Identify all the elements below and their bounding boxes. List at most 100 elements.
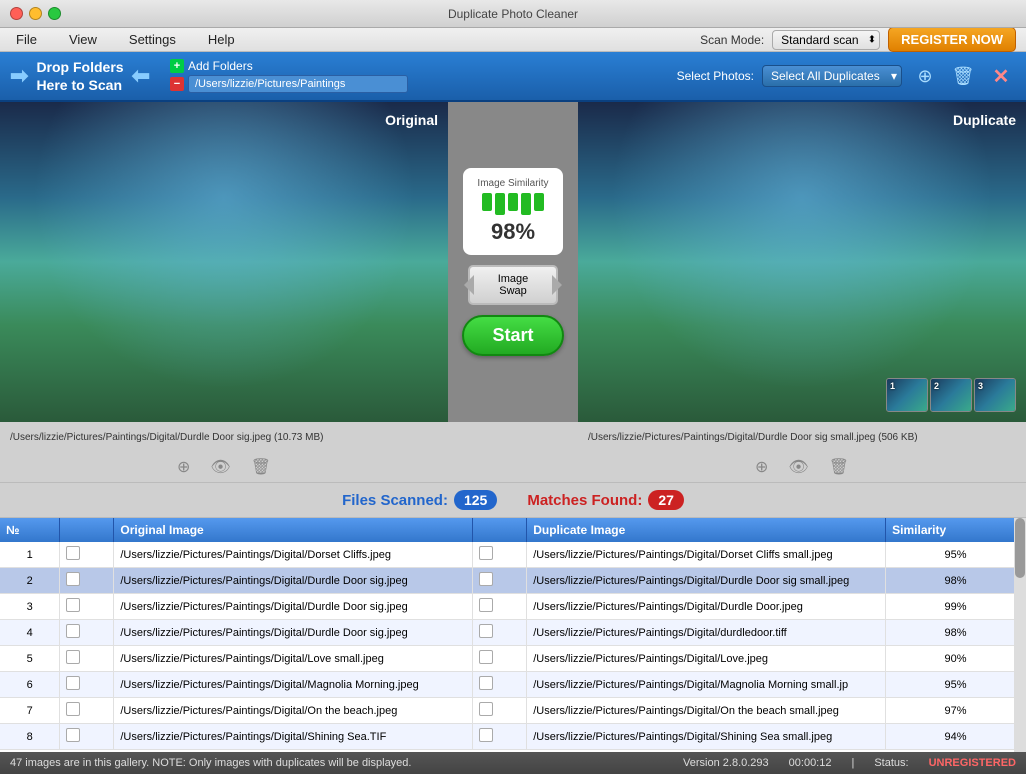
checkbox-dup[interactable] (479, 728, 493, 742)
original-caption: /Users/lizzie/Pictures/Paintings/Digital… (0, 422, 448, 452)
cell-num: 8 (0, 724, 60, 750)
cell-cb-dup[interactable] (473, 672, 527, 698)
image-swap-label: Image Swap (498, 273, 529, 297)
cell-orig: /Users/lizzie/Pictures/Paintings/Digital… (114, 698, 473, 724)
action-center-spacer (448, 452, 578, 482)
close-x-button[interactable]: ✕ (986, 61, 1016, 91)
status-divider: | (851, 757, 854, 769)
maximize-button[interactable] (48, 7, 61, 20)
cell-cb-dup[interactable] (473, 542, 527, 568)
cell-cb-dup[interactable] (473, 620, 527, 646)
checkbox-orig[interactable] (66, 546, 80, 560)
checkbox-orig[interactable] (66, 702, 80, 716)
drop-line1: Drop Folders (36, 58, 123, 76)
menu-bar: File View Settings Help Scan Mode: Stand… (0, 28, 1026, 52)
checkbox-orig[interactable] (66, 676, 80, 690)
files-scanned: Files Scanned: 125 (342, 490, 497, 510)
results-table-container: № Original Image Duplicate Image Similar… (0, 518, 1026, 752)
cell-cb-orig[interactable] (60, 698, 114, 724)
cell-cb-orig[interactable] (60, 542, 114, 568)
version-info: Version 2.8.0.293 (683, 757, 769, 769)
duplicate-view-icon[interactable]: 👁 (788, 457, 808, 477)
table-row: 7 /Users/lizzie/Pictures/Paintings/Digit… (0, 698, 1026, 724)
checkbox-orig[interactable] (66, 572, 80, 586)
checkbox-dup[interactable] (479, 598, 493, 612)
cell-cb-dup[interactable] (473, 724, 527, 750)
menu-help[interactable]: Help (202, 30, 241, 49)
menu-settings[interactable]: Settings (123, 30, 182, 49)
cell-cb-dup[interactable] (473, 646, 527, 672)
sim-bar-4 (521, 193, 531, 215)
cell-cb-orig[interactable] (60, 620, 114, 646)
cell-cb-orig[interactable] (60, 724, 114, 750)
similarity-box: Image Similarity 98% (463, 168, 563, 255)
checkbox-orig[interactable] (66, 624, 80, 638)
original-image[interactable] (0, 102, 448, 422)
duplicate-trash-icon[interactable]: 🗑 (829, 457, 849, 477)
minimize-button[interactable] (29, 7, 42, 20)
checkbox-orig[interactable] (66, 598, 80, 612)
cell-cb-orig[interactable] (60, 594, 114, 620)
scan-mode-area: Scan Mode: Standard scan Similar photos … (700, 27, 1016, 52)
cell-orig: /Users/lizzie/Pictures/Paintings/Digital… (114, 646, 473, 672)
th-num: № (0, 518, 60, 542)
cell-cb-orig[interactable] (60, 672, 114, 698)
start-button[interactable]: Start (462, 315, 563, 356)
remove-folder-icon[interactable]: − (170, 77, 184, 91)
original-view-icon[interactable]: 👁 (210, 457, 230, 477)
scan-mode-label: Scan Mode: (700, 33, 764, 47)
select-photos-area: Select Photos: Select All Duplicates Sel… (677, 61, 1016, 91)
original-add-icon[interactable]: ⊕ (177, 457, 190, 477)
add-circle-button[interactable]: ⊕ (910, 61, 940, 91)
cell-dup: /Users/lizzie/Pictures/Paintings/Digital… (527, 724, 886, 750)
original-actions: ⊕ 👁 🗑 (0, 452, 448, 482)
cell-orig: /Users/lizzie/Pictures/Paintings/Digital… (114, 568, 473, 594)
register-button[interactable]: REGISTER NOW (888, 27, 1016, 52)
thumbnail-3[interactable]: 3 (974, 378, 1016, 412)
scan-mode-select[interactable]: Standard scan Similar photos (772, 30, 880, 50)
checkbox-dup[interactable] (479, 650, 493, 664)
duplicate-label: Duplicate (953, 112, 1016, 128)
cell-orig: /Users/lizzie/Pictures/Paintings/Digital… (114, 620, 473, 646)
add-folder-label[interactable]: Add Folders (188, 59, 253, 73)
checkbox-orig[interactable] (66, 650, 80, 664)
image-captions: /Users/lizzie/Pictures/Paintings/Digital… (0, 422, 1026, 452)
select-photos-dropdown[interactable]: Select All Duplicates Select None Select… (762, 65, 902, 87)
add-folder-icon[interactable]: + (170, 59, 184, 73)
checkbox-dup[interactable] (479, 546, 493, 560)
scrollbar-thumb[interactable] (1015, 518, 1025, 578)
folder-path: /Users/lizzie/Pictures/Paintings (188, 75, 408, 93)
duplicate-add-icon[interactable]: ⊕ (755, 457, 768, 477)
checkbox-dup[interactable] (479, 702, 493, 716)
checkbox-orig[interactable] (66, 728, 80, 742)
checkbox-dup[interactable] (479, 676, 493, 690)
checkbox-dup[interactable] (479, 572, 493, 586)
image-swap-button[interactable]: Image Swap (468, 265, 558, 305)
menu-file[interactable]: File (10, 30, 43, 49)
cell-cb-orig[interactable] (60, 568, 114, 594)
close-button[interactable] (10, 7, 23, 20)
thumbnail-2[interactable]: 2 (930, 378, 972, 412)
cell-cb-orig[interactable] (60, 646, 114, 672)
folder-actions: + Add Folders − /Users/lizzie/Pictures/P… (170, 59, 408, 93)
status-right: Version 2.8.0.293 00:00:12 | Status: UNR… (683, 757, 1016, 769)
cell-cb-dup[interactable] (473, 698, 527, 724)
cell-cb-dup[interactable] (473, 568, 527, 594)
select-wrapper: Select All Duplicates Select None Select… (762, 65, 902, 87)
original-trash-icon[interactable]: 🗑 (251, 457, 271, 477)
delete-button[interactable]: 🗑 (948, 61, 978, 91)
thumbnail-1[interactable]: 1 (886, 378, 928, 412)
drop-zone[interactable]: ➡ Drop Folders Here to Scan ⬅ (10, 58, 150, 94)
menu-view[interactable]: View (63, 30, 103, 49)
checkbox-dup[interactable] (479, 624, 493, 638)
cell-cb-dup[interactable] (473, 594, 527, 620)
cell-dup: /Users/lizzie/Pictures/Paintings/Digital… (527, 672, 886, 698)
cell-dup: /Users/lizzie/Pictures/Paintings/Digital… (527, 620, 886, 646)
scrollbar[interactable] (1014, 518, 1026, 752)
drop-line2: Here to Scan (36, 76, 123, 94)
matches-found: Matches Found: 27 (527, 490, 684, 510)
cell-dup: /Users/lizzie/Pictures/Paintings/Digital… (527, 568, 886, 594)
status-label: Status: (874, 757, 908, 769)
thumb-num-3: 3 (978, 381, 983, 391)
duplicate-image[interactable] (578, 102, 1026, 422)
